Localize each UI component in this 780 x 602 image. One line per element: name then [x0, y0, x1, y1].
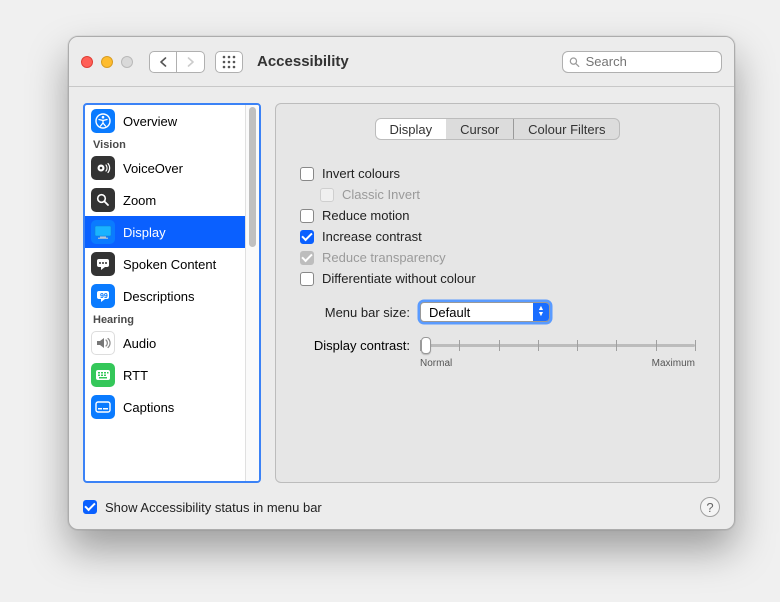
window-controls	[81, 56, 133, 68]
checkbox-increase-contrast[interactable]	[300, 230, 314, 244]
close-window-button[interactable]	[81, 56, 93, 68]
window-body: Overview Vision VoiceOver Zoom	[69, 87, 734, 491]
zoom-icon	[91, 188, 115, 212]
settings-panel: Display Cursor Colour Filters Invert col…	[275, 103, 720, 483]
search-icon	[569, 56, 580, 68]
sidebar: Overview Vision VoiceOver Zoom	[83, 103, 261, 483]
help-button[interactable]: ?	[700, 497, 720, 517]
minimize-window-button[interactable]	[101, 56, 113, 68]
sidebar-item-zoom[interactable]: Zoom	[85, 184, 245, 216]
sidebar-list[interactable]: Overview Vision VoiceOver Zoom	[85, 105, 245, 481]
window-title: Accessibility	[257, 53, 349, 70]
option-label: Reduce motion	[322, 208, 409, 223]
sidebar-item-label: Audio	[123, 336, 156, 351]
tab-group: Display Cursor Colour Filters	[375, 118, 621, 140]
option-label: Reduce transparency	[322, 250, 446, 265]
menu-bar-size-row: Menu bar size: Default ▲▼	[300, 302, 695, 322]
sidebar-item-label: Captions	[123, 400, 174, 415]
option-classic-invert: Classic Invert	[300, 187, 695, 202]
display-contrast-row: Display contrast:	[300, 336, 695, 369]
zoom-window-button[interactable]	[121, 56, 133, 68]
sidebar-item-label: Spoken Content	[123, 257, 216, 272]
display-options: Invert colours Classic Invert Reduce mot…	[300, 166, 695, 286]
option-reduce-transparency: Reduce transparency	[300, 250, 695, 265]
checkbox-differentiate-without-colour[interactable]	[300, 272, 314, 286]
checkbox-classic-invert	[320, 188, 334, 202]
rtt-icon	[91, 363, 115, 387]
sidebar-item-label: Overview	[123, 114, 177, 129]
menu-bar-size-select[interactable]: Default ▲▼	[420, 302, 550, 322]
sidebar-section-vision: Vision	[85, 137, 245, 152]
slider-max-label: Maximum	[652, 358, 695, 369]
tab-display[interactable]: Display	[376, 119, 447, 139]
nav-buttons	[149, 51, 205, 73]
checkbox-show-status[interactable]	[83, 500, 97, 514]
accessibility-icon	[91, 109, 115, 133]
sidebar-item-display[interactable]: Display	[85, 216, 245, 248]
slider-thumb[interactable]	[421, 337, 431, 354]
sidebar-section-hearing: Hearing	[85, 312, 245, 327]
checkbox-reduce-transparency	[300, 251, 314, 265]
menu-bar-size-label: Menu bar size:	[300, 305, 410, 320]
sidebar-item-label: Zoom	[123, 193, 156, 208]
sidebar-item-spoken-content[interactable]: Spoken Content	[85, 248, 245, 280]
sidebar-scrollbar[interactable]	[245, 105, 259, 481]
display-icon	[91, 220, 115, 244]
show-status-label: Show Accessibility status in menu bar	[105, 500, 322, 515]
sidebar-item-voiceover[interactable]: VoiceOver	[85, 152, 245, 184]
voiceover-icon	[91, 156, 115, 180]
select-stepper-icon: ▲▼	[533, 303, 549, 321]
search-input[interactable]	[586, 54, 715, 69]
sidebar-item-audio[interactable]: Audio	[85, 327, 245, 359]
footer: Show Accessibility status in menu bar ?	[69, 491, 734, 529]
show-status-option[interactable]: Show Accessibility status in menu bar	[83, 500, 322, 515]
sidebar-item-label: RTT	[123, 368, 148, 383]
option-invert-colours[interactable]: Invert colours	[300, 166, 695, 181]
option-label: Differentiate without colour	[322, 271, 476, 286]
sidebar-item-label: VoiceOver	[123, 161, 183, 176]
show-all-button[interactable]	[215, 51, 243, 73]
preferences-window: Accessibility Overview Vision	[68, 36, 735, 530]
option-label: Increase contrast	[322, 229, 422, 244]
search-field[interactable]	[562, 51, 722, 73]
sidebar-item-rtt[interactable]: RTT	[85, 359, 245, 391]
checkbox-reduce-motion[interactable]	[300, 209, 314, 223]
display-contrast-label: Display contrast:	[300, 336, 410, 353]
option-reduce-motion[interactable]: Reduce motion	[300, 208, 695, 223]
scrollbar-thumb[interactable]	[249, 107, 256, 247]
tab-colour-filters[interactable]: Colour Filters	[514, 119, 619, 139]
toolbar: Accessibility	[69, 37, 734, 87]
captions-icon	[91, 395, 115, 419]
sidebar-item-overview[interactable]: Overview	[85, 105, 245, 137]
spoken-content-icon	[91, 252, 115, 276]
back-button[interactable]	[149, 51, 177, 73]
option-increase-contrast[interactable]: Increase contrast	[300, 229, 695, 244]
option-label: Classic Invert	[342, 187, 420, 202]
checkbox-invert-colours[interactable]	[300, 167, 314, 181]
sidebar-item-captions[interactable]: Captions	[85, 391, 245, 423]
sidebar-item-label: Display	[123, 225, 166, 240]
descriptions-icon: 99	[91, 284, 115, 308]
display-contrast-slider[interactable]	[420, 336, 695, 354]
option-label: Invert colours	[322, 166, 400, 181]
audio-icon	[91, 331, 115, 355]
svg-text:99: 99	[100, 293, 108, 300]
slider-min-label: Normal	[420, 358, 452, 369]
sidebar-item-label: Descriptions	[123, 289, 195, 304]
sidebar-item-descriptions[interactable]: 99 Descriptions	[85, 280, 245, 312]
tab-cursor[interactable]: Cursor	[446, 119, 513, 139]
select-value: Default	[421, 305, 533, 320]
option-differentiate-without-colour[interactable]: Differentiate without colour	[300, 271, 695, 286]
forward-button[interactable]	[177, 51, 205, 73]
